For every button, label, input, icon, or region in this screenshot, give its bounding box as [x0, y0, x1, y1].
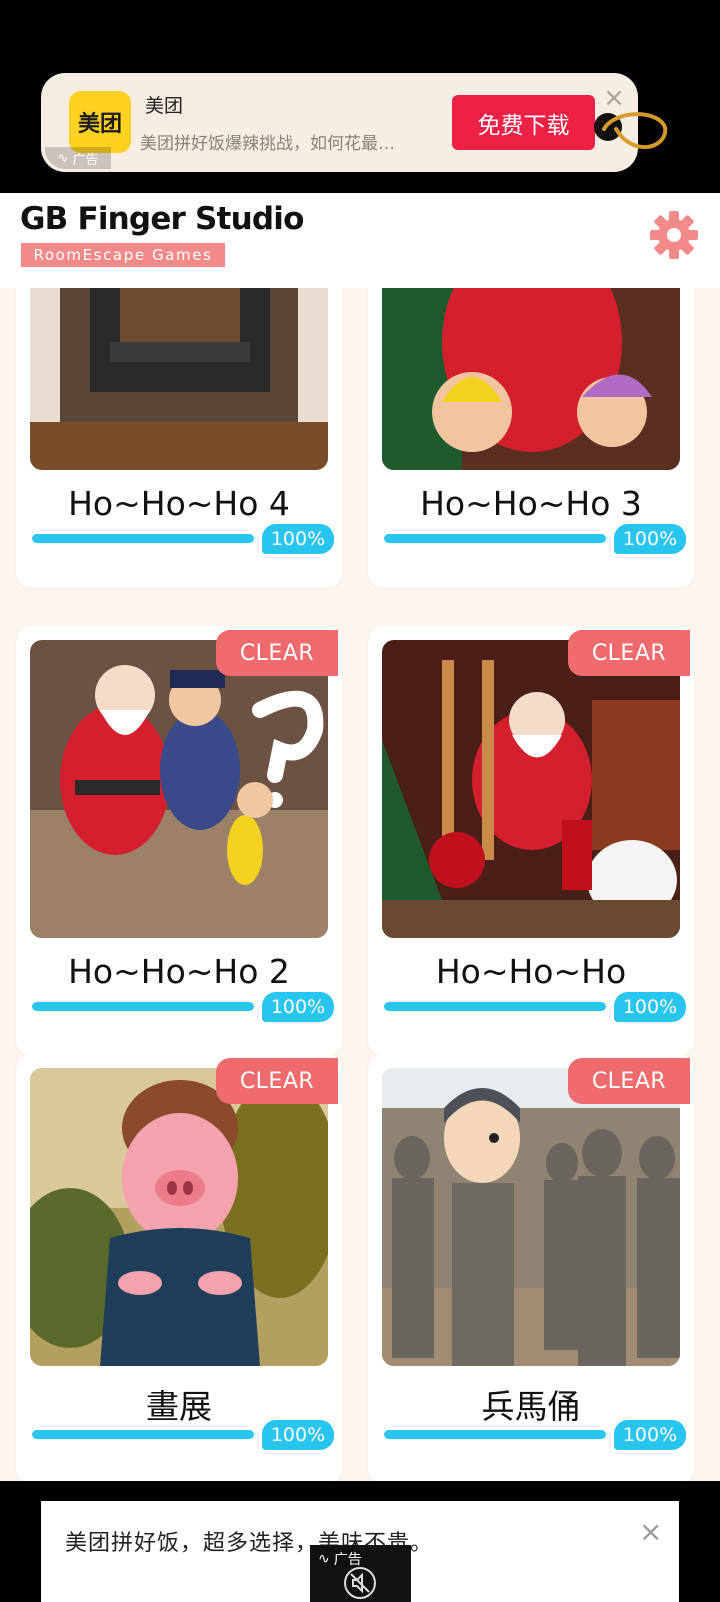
level-progress-bar — [384, 1002, 606, 1011]
level-card-hohoho4[interactable]: Ho~Ho~Ho 4 100% — [16, 288, 342, 588]
clear-badge: CLEAR — [568, 630, 690, 676]
meituan-logo: 美团 — [69, 91, 131, 153]
level-thumbnail — [382, 640, 680, 938]
level-title: Ho~Ho~Ho 3 — [420, 484, 642, 523]
ad-wave-icon: ∿ — [57, 150, 69, 166]
level-card-terracotta[interactable]: CLEAR 兵馬俑 100% — [368, 1054, 694, 1481]
level-card-hohoho3[interactable]: Ho~Ho~Ho 3 100% — [368, 288, 694, 588]
level-card-hohoho2[interactable]: CLEAR Ho~Ho~Ho 2 100% — [16, 626, 342, 1056]
level-progress-bar — [32, 534, 254, 543]
ad-tag-label: 广告 — [72, 152, 99, 168]
swipe-hint-icon — [594, 112, 668, 149]
level-progress-label: 100% — [614, 524, 686, 554]
progress-fill — [384, 1430, 606, 1439]
level-thumbnail — [30, 288, 328, 470]
level-card-art-exhibition[interactable]: CLEAR 畫展 100% — [16, 1054, 342, 1481]
level-progress-bar — [384, 1430, 606, 1439]
level-progress-label: 100% — [262, 524, 334, 554]
ad-close-button[interactable]: × — [601, 85, 627, 111]
level-thumbnail — [382, 1068, 680, 1366]
clear-badge: CLEAR — [216, 1058, 338, 1104]
level-progress-bar — [32, 1002, 254, 1011]
ad-app-name: 美团 — [145, 95, 184, 117]
gear-icon[interactable] — [648, 209, 700, 261]
level-progress-label: 100% — [262, 1420, 334, 1450]
mute-icon[interactable] — [344, 1567, 376, 1599]
clear-badge: CLEAR — [216, 630, 338, 676]
studio-title: GB Finger Studio — [20, 201, 304, 237]
app-header: GB Finger Studio RoomEscape Games — [0, 193, 720, 288]
bottom-ad-tag-label: 广告 — [333, 1552, 362, 1568]
level-title: Ho~Ho~Ho 4 — [68, 484, 290, 523]
bottom-ad-close-button[interactable]: × — [639, 1515, 662, 1548]
clear-badge: CLEAR — [568, 1058, 690, 1104]
level-title: Ho~Ho~Ho — [435, 952, 627, 991]
progress-fill — [32, 534, 254, 543]
studio-subtitle: RoomEscape Games — [21, 243, 225, 267]
level-thumbnail — [30, 1068, 328, 1366]
ad-wave-icon: ∿ — [318, 1551, 330, 1567]
level-progress-bar — [384, 534, 606, 543]
level-progress-label: 100% — [614, 1420, 686, 1450]
level-title: Ho~Ho~Ho 2 — [68, 952, 290, 991]
ad-tag: ∿ 广告 — [45, 147, 111, 169]
level-thumbnail — [382, 288, 680, 470]
level-progress-label: 100% — [614, 992, 686, 1022]
progress-fill — [384, 1002, 606, 1011]
ad-description: 美团拼好饭爆辣挑战，如何花最… — [140, 134, 395, 154]
ad-download-button[interactable]: 免费下载 — [452, 95, 595, 150]
progress-fill — [384, 534, 606, 543]
level-card-hohoho[interactable]: CLEAR Ho~Ho~Ho 100% — [368, 626, 694, 1056]
level-thumbnail — [30, 640, 328, 938]
level-list[interactable]: Ho~Ho~Ho 4 100% Ho~Ho~Ho 3 100% CLEAR Ho… — [0, 288, 720, 1481]
progress-fill — [32, 1002, 254, 1011]
progress-fill — [32, 1430, 254, 1439]
level-progress-label: 100% — [262, 992, 334, 1022]
level-progress-bar — [32, 1430, 254, 1439]
bottom-ad-tag: ∿ 广告 — [310, 1545, 411, 1602]
top-ad-banner[interactable]: 美团 美团 美团拼好饭爆辣挑战，如何花最… 免费下载 × ∿ 广告 — [41, 73, 638, 172]
